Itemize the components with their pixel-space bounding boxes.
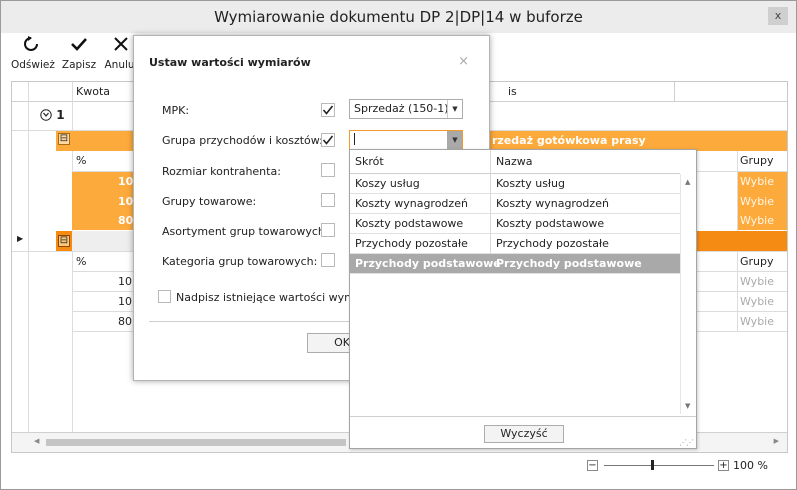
column-header-name[interactable]: Nazwa <box>496 152 532 172</box>
dropdown-option[interactable]: Koszy usług Koszty usług <box>350 174 681 194</box>
groups-column-header: Grupy <box>740 154 774 167</box>
dialog-title: Ustaw wartości wymiarów <box>149 56 311 69</box>
checkbox-product-group-assortment[interactable] <box>321 223 335 237</box>
option-name: Koszty podstawowe <box>496 217 605 230</box>
zoom-out-button[interactable]: − <box>587 460 598 471</box>
zoom-level: 100 % <box>733 459 768 472</box>
groups-column-header: Grupy <box>740 255 774 268</box>
scrollbar-thumb[interactable] <box>46 439 346 446</box>
dropdown-header: Skrót Nazwa <box>350 150 680 174</box>
group-row[interactable]: 1 <box>40 108 65 122</box>
checkbox-contractor-size[interactable] <box>321 163 335 177</box>
groups-select-link[interactable]: Wybie <box>740 275 774 288</box>
chevron-down-icon[interactable]: ▼ <box>447 100 462 118</box>
row-indicator-divider <box>28 82 29 432</box>
checkmark-icon <box>322 105 334 115</box>
column-divider <box>737 251 738 331</box>
option-code: Koszty wynagrodzeń <box>355 197 468 210</box>
main-window: Wymiarowanie dokumentu DP 2|DP|14 w bufo… <box>0 0 797 490</box>
dialog-close-button[interactable]: × <box>458 54 469 69</box>
column-header-opis[interactable]: is <box>508 85 517 98</box>
checkmark-icon <box>61 35 97 59</box>
column-header-kwota[interactable]: Kwota <box>76 85 110 98</box>
save-button[interactable]: Zapisz <box>61 35 97 71</box>
option-code: Koszy usług <box>355 177 420 190</box>
checkbox-product-groups[interactable] <box>321 193 335 207</box>
refresh-button[interactable]: Odśwież <box>11 35 55 71</box>
dropdown-vertical-scrollbar[interactable]: ▲ ▼ <box>680 174 696 414</box>
field-label-revenue-cost-group: Grupa przychodów i kosztów: <box>162 134 323 147</box>
percent-column-header: % <box>76 255 87 268</box>
toolbar: Odśwież Zapisz Anuluj <box>11 35 141 77</box>
scroll-right-icon[interactable]: ▶ <box>774 437 779 445</box>
current-row-indicator-icon: ▶ <box>17 234 24 243</box>
dropdown-option[interactable]: Koszty wynagrodzeń Koszty wynagrodzeń <box>350 194 681 214</box>
groups-select-link[interactable]: Wybie <box>740 295 774 308</box>
groups-select-link[interactable]: Wybie <box>740 315 774 328</box>
title-bar: Wymiarowanie dokumentu DP 2|DP|14 w bufo… <box>1 1 796 33</box>
dropdown-footer: Wyczyść ⋰⋰ <box>350 416 696 449</box>
checkbox-overwrite[interactable] <box>158 290 171 303</box>
zoom-control: − + 100 % <box>587 458 772 474</box>
window-title: Wymiarowanie dokumentu DP 2|DP|14 w bufo… <box>214 8 583 26</box>
text-cursor <box>354 133 355 145</box>
option-name: Koszty usług <box>496 177 566 190</box>
mpk-combo[interactable]: Sprzedaż (150-1) ▼ <box>349 99 463 119</box>
zoom-slider-handle[interactable] <box>651 460 654 470</box>
dropdown-option[interactable]: Przychody pozostałe Przychody pozostałe <box>350 234 681 254</box>
dropdown-option[interactable]: Koszty podstawowe Koszty podstawowe <box>350 214 681 234</box>
expand-icon[interactable]: ⊟ <box>58 235 70 247</box>
group-collapse-icon[interactable] <box>40 108 56 122</box>
option-name: Przychody podstawowe <box>496 257 642 270</box>
field-label-product-group-category: Kategoria grup towarowych: <box>162 255 318 268</box>
refresh-icon <box>11 35 51 59</box>
groups-select-link[interactable]: Wybie <box>740 214 774 227</box>
column-divider <box>674 82 675 102</box>
mpk-value: Sprzedaż (150-1) <box>354 102 449 115</box>
checkmark-icon <box>322 135 334 145</box>
column-header-code[interactable]: Skrót <box>355 152 384 172</box>
zoom-slider[interactable] <box>604 465 714 466</box>
percent-column-header: % <box>76 154 87 167</box>
scroll-up-icon[interactable]: ▲ <box>685 178 690 186</box>
option-code: Przychody pozostałe <box>355 237 468 250</box>
resize-grip-icon[interactable]: ⋰⋰ <box>679 438 694 447</box>
chevron-down-icon[interactable]: ▼ <box>447 131 462 149</box>
save-label: Zapisz <box>61 59 97 71</box>
field-label-mpk: MPK: <box>162 104 190 117</box>
groups-select-link[interactable]: Wybie <box>740 195 774 208</box>
checkbox-product-group-category[interactable] <box>321 253 335 267</box>
groups-select-link[interactable]: Wybie <box>740 175 774 188</box>
window-close-button[interactable]: x <box>768 7 788 25</box>
option-code: Koszty podstawowe <box>355 217 464 230</box>
scroll-left-icon[interactable]: ◀ <box>34 437 39 445</box>
option-name: Koszty wynagrodzeń <box>496 197 609 210</box>
option-code: Przychody podstawowe <box>355 257 501 270</box>
document-row-description: rzedaż gotówkowa prasy <box>492 134 646 147</box>
expand-icon[interactable]: ⊟ <box>58 133 70 145</box>
option-name: Przychody pozostałe <box>496 237 609 250</box>
field-label-contractor-size: Rozmiar kontrahenta: <box>162 165 281 178</box>
checkbox-revenue-cost-group[interactable] <box>321 133 335 147</box>
checkbox-mpk[interactable] <box>321 103 335 117</box>
revenue-cost-group-dropdown: Skrót Nazwa Koszy usług Koszty usług Kos… <box>349 149 697 449</box>
refresh-label: Odśwież <box>11 59 55 71</box>
zoom-in-button[interactable]: + <box>718 460 729 471</box>
field-label-product-group-assortment: Asortyment grup towarowych: <box>162 225 329 238</box>
clear-button[interactable]: Wyczyść <box>484 425 564 443</box>
revenue-cost-group-combo[interactable]: ▼ <box>349 130 463 150</box>
scroll-down-icon[interactable]: ▼ <box>685 402 690 410</box>
group-label: 1 <box>56 108 65 122</box>
field-label-product-groups: Grupy towarowe: <box>162 195 257 208</box>
dropdown-option-selected[interactable]: Przychody podstawowe Przychody podstawow… <box>350 254 681 274</box>
